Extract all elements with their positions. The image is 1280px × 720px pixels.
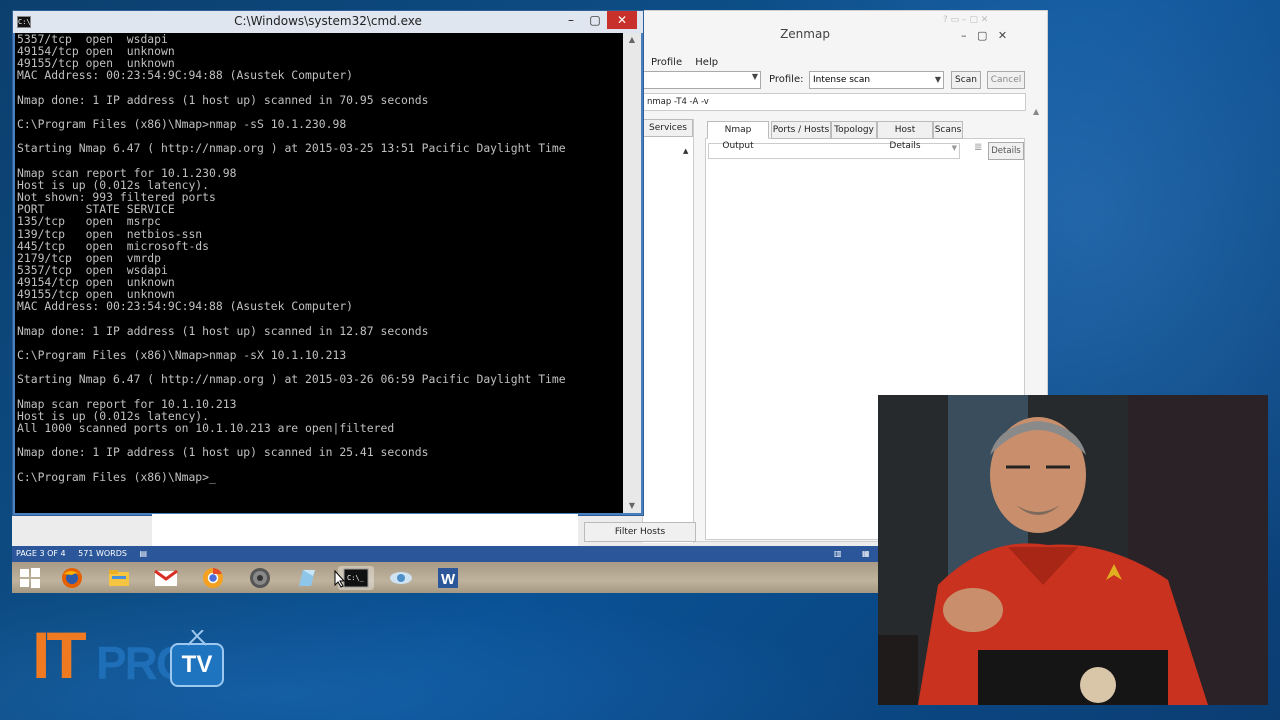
word-status-bar: PAGE 3 OF 4 571 WORDS ▤ ▥ ▦ [12, 546, 878, 562]
firefox-icon[interactable] [60, 566, 84, 590]
presenter-video [878, 395, 1268, 705]
cmd-titlebar[interactable]: C:\ C:\Windows\system32\cmd.exe – ▢ ✕ [13, 11, 643, 33]
console-line: All 1000 scanned ports on 10.1.10.213 ar… [17, 421, 395, 435]
logo-it: IT [32, 618, 87, 692]
vpn-icon[interactable] [389, 566, 413, 590]
console-text: 5357/tcp open wsdapi 49154/tcp open unkno… [17, 33, 623, 483]
chevron-down-icon: ▼ [951, 144, 957, 152]
svg-text:C:\_: C:\_ [347, 574, 365, 582]
media-icon[interactable] [248, 566, 272, 590]
tab-scans[interactable]: Scans [933, 121, 963, 139]
tab-services[interactable]: Services [643, 119, 693, 137]
console-line: C:\Program Files (x86)\Nmap>_ [17, 469, 216, 484]
cmd-window: C:\ C:\Windows\system32\cmd.exe – ▢ ✕ 53… [12, 10, 644, 516]
svg-text:W: W [441, 571, 456, 588]
list-icon: ≣ [974, 142, 983, 153]
word-count[interactable]: 571 WORDS [78, 549, 127, 558]
details-button[interactable]: Details [988, 142, 1024, 160]
console-line: MAC Address: 00:23:54:9C:94:88 (Asustek … [17, 68, 354, 83]
tab-nmap-output[interactable]: Nmap Output [707, 121, 769, 151]
menu-profile[interactable]: Profile [651, 57, 682, 68]
windows-start-icon[interactable] [18, 566, 42, 590]
read-mode-icon[interactable]: ▥ [834, 546, 842, 562]
logo-tv: TV [170, 643, 224, 687]
cancel-button[interactable]: Cancel [987, 71, 1025, 89]
proofing-icon[interactable]: ▤ [140, 549, 148, 558]
host-list-panel [643, 119, 694, 543]
chevron-down-icon: ▼ [751, 72, 758, 81]
console-line: 139/tcp open netbios-ssn [17, 226, 203, 241]
scan-button[interactable]: Scan [951, 71, 981, 89]
console-line: Nmap done: 1 IP address (1 host up) scan… [17, 323, 429, 338]
tab-ports-hosts[interactable]: Ports / Hosts [771, 121, 831, 139]
zenmap-menubar: Profile Help [651, 57, 728, 68]
console-output[interactable]: 5357/tcp open wsdapi 49154/tcp open unkno… [15, 33, 623, 513]
command-field[interactable]: nmap -T4 -A -v [643, 93, 1026, 111]
zenmap-inactive-window-controls: ? ▭ – ▢ ✕ [943, 15, 989, 25]
taskbar: C:\_ W [12, 562, 878, 593]
word-icon[interactable]: W [436, 566, 460, 590]
cmd-scrollbar[interactable]: ▲ ▼ [623, 33, 641, 513]
profile-value: Intense scan [813, 75, 871, 85]
filter-hosts-button[interactable]: Filter Hosts [584, 522, 696, 542]
scroll-down-icon[interactable]: ▼ [623, 501, 641, 510]
profile-label: Profile: [769, 74, 804, 85]
console-line: 135/tcp open msrpc [17, 214, 162, 229]
profile-combo[interactable]: Intense scan ▼ [809, 71, 944, 89]
console-line: MAC Address: 00:23:54:9C:94:88 (Asustek … [17, 299, 354, 314]
cmd-title: C:\Windows\system32\cmd.exe [234, 14, 422, 28]
close-icon[interactable]: ✕ [607, 11, 637, 29]
chevron-down-icon: ▼ [934, 75, 941, 84]
target-combo[interactable]: ▼ [643, 71, 761, 89]
console-line: Nmap done: 1 IP address (1 host up) scan… [17, 92, 429, 107]
console-line: 445/tcp open microsoft-ds [17, 238, 210, 253]
console-line: C:\Program Files (x86)\Nmap>nmap -sS 10.… [17, 117, 347, 132]
zenmap-window-controls[interactable]: – ▢ ✕ [961, 29, 1007, 42]
console-line: C:\Program Files (x86)\Nmap>nmap -sX 10.… [17, 348, 347, 363]
notepad-icon[interactable] [295, 566, 319, 590]
mouse-cursor-icon [334, 569, 346, 592]
zenmap-title: Zenmap [780, 27, 830, 41]
gmail-icon[interactable] [154, 566, 178, 590]
menu-help[interactable]: Help [695, 57, 718, 68]
tv-antenna-icon [187, 630, 207, 646]
tab-topology[interactable]: Topology [831, 121, 877, 139]
sort-up-icon[interactable]: ▲ [683, 147, 688, 155]
scroll-up-icon[interactable]: ▲ [1033, 107, 1039, 116]
print-layout-icon[interactable]: ▦ [862, 546, 870, 562]
file-explorer-icon[interactable] [107, 566, 131, 590]
console-line: Starting Nmap 6.47 ( http://nmap.org ) a… [17, 372, 566, 387]
page-count[interactable]: PAGE 3 OF 4 [16, 549, 66, 558]
minimize-icon[interactable]: – [559, 11, 583, 29]
console-line: Nmap done: 1 IP address (1 host up) scan… [17, 445, 429, 460]
maximize-icon[interactable]: ▢ [583, 11, 607, 29]
console-line: Starting Nmap 6.47 ( http://nmap.org ) a… [17, 141, 566, 156]
chrome-canary-icon[interactable] [201, 566, 225, 590]
scroll-up-icon[interactable]: ▲ [623, 35, 641, 44]
word-document-area [152, 514, 578, 546]
tab-host-details[interactable]: Host Details [877, 121, 933, 151]
